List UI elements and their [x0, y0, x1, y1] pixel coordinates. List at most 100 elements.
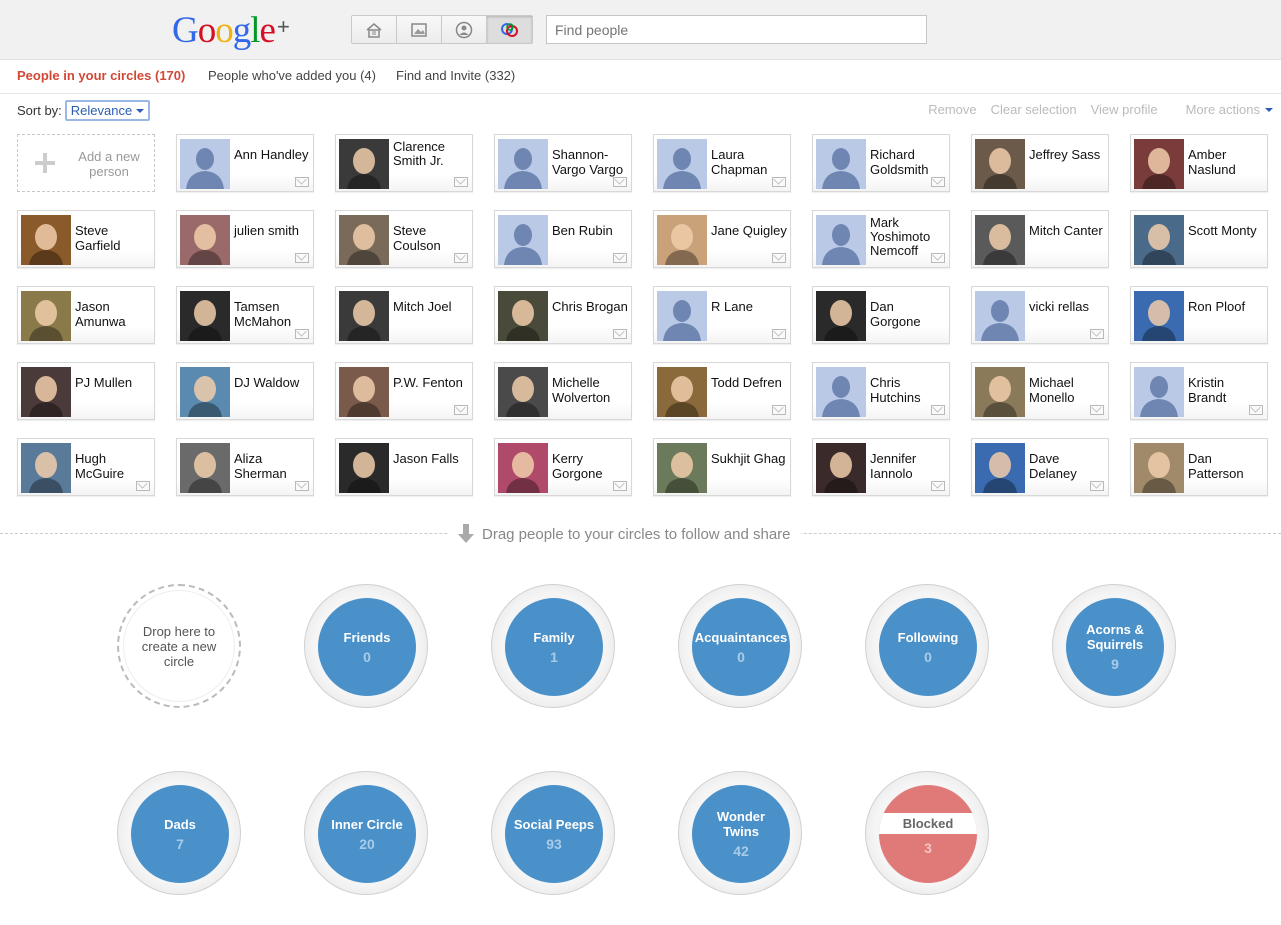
tab-people-in-circles[interactable]: People in your circles (170)	[17, 68, 185, 83]
circle-name: Friends	[343, 629, 391, 645]
person-name: Tamsen McMahon	[234, 299, 292, 329]
person-card[interactable]: Jane Quigley	[653, 210, 791, 268]
person-card[interactable]: Tamsen McMahon	[176, 286, 314, 344]
view-profile-button[interactable]: View profile	[1091, 102, 1158, 117]
clear-selection-button[interactable]: Clear selection	[991, 102, 1077, 117]
selection-actions: Remove Clear selection View profile More…	[914, 102, 1273, 117]
email-icon	[931, 177, 945, 187]
nav-circles-button[interactable]	[487, 16, 532, 43]
person-card[interactable]: P.W. Fenton	[335, 362, 473, 420]
person-card[interactable]: Ben Rubin	[494, 210, 632, 268]
person-name: Richard Goldsmith	[870, 147, 929, 177]
circle[interactable]: Inner Circle 20	[304, 771, 428, 895]
circle-name: Blocked	[879, 812, 977, 834]
person-card[interactable]: Mitch Canter	[971, 210, 1109, 268]
person-card[interactable]: Kristin Brandt	[1130, 362, 1268, 420]
person-name: Shannon-Vargo Vargo	[552, 147, 624, 177]
person-card[interactable]: Clarence Smith Jr.	[335, 134, 473, 192]
sort-select[interactable]: Relevance	[64, 100, 151, 121]
person-card[interactable]: Chris Brogan	[494, 286, 632, 344]
person-card[interactable]: Mark Yoshimoto Nemcoff	[812, 210, 950, 268]
person-card[interactable]: Dave Delaney	[971, 438, 1109, 496]
add-new-person-label: Add a new person	[78, 149, 140, 179]
person-card[interactable]: Dan Gorgone	[812, 286, 950, 344]
person-card[interactable]: julien smith	[176, 210, 314, 268]
person-card[interactable]: Chris Hutchins	[812, 362, 950, 420]
email-icon	[613, 253, 627, 263]
new-circle-drop-target[interactable]: Drop here to create a new circle	[117, 584, 241, 708]
circle-name: Wonder Twins	[716, 809, 766, 839]
find-people-input[interactable]	[546, 15, 927, 44]
email-icon	[454, 177, 468, 187]
default-avatar-icon	[975, 291, 1025, 341]
profile-photo	[21, 443, 71, 493]
add-new-person-card[interactable]: Add a new person	[17, 134, 155, 192]
more-actions-button[interactable]: More actions	[1172, 102, 1273, 117]
person-card[interactable]: PJ Mullen	[17, 362, 155, 420]
person-card[interactable]: Aliza Sherman	[176, 438, 314, 496]
circle[interactable]: Blocked 3	[865, 771, 989, 895]
avatar	[339, 215, 389, 265]
person-card[interactable]: Hugh McGuire	[17, 438, 155, 496]
arrow-down-icon	[458, 524, 474, 543]
circle[interactable]: Friends 0	[304, 584, 428, 708]
circle[interactable]: Acorns & Squirrels 9	[1052, 584, 1176, 708]
tab-find-and-invite[interactable]: Find and Invite (332)	[396, 68, 515, 83]
person-card[interactable]: R Lane	[653, 286, 791, 344]
person-card[interactable]: Ann Handley	[176, 134, 314, 192]
circle[interactable]: Dads 7	[117, 771, 241, 895]
person-name: Michelle Wolverton	[552, 375, 611, 405]
person-card[interactable]: Richard Goldsmith	[812, 134, 950, 192]
sort-value: Relevance	[70, 103, 133, 118]
avatar	[339, 367, 389, 417]
circle-inner: Following 0	[879, 598, 977, 696]
person-name: DJ Waldow	[234, 375, 300, 390]
tab-people-who-added-you[interactable]: People who've added you (4)	[208, 68, 376, 83]
person-card[interactable]: Shannon-Vargo Vargo	[494, 134, 632, 192]
person-card[interactable]: Dan Patterson	[1130, 438, 1268, 496]
nav-home-button[interactable]	[352, 16, 397, 43]
person-card[interactable]: Scott Monty	[1130, 210, 1268, 268]
nav-photos-button[interactable]	[397, 16, 442, 43]
circle[interactable]: Following 0	[865, 584, 989, 708]
person-card[interactable]: vicki rellas	[971, 286, 1109, 344]
email-icon	[772, 329, 786, 339]
person-card[interactable]: Michelle Wolverton	[494, 362, 632, 420]
person-card[interactable]: Mitch Joel	[335, 286, 473, 344]
person-card[interactable]: Kerry Gorgone	[494, 438, 632, 496]
person-card[interactable]: Steve Garfield	[17, 210, 155, 268]
circle-inner: Social Peeps 93	[505, 785, 603, 883]
profile-photo	[180, 215, 230, 265]
person-name: PJ Mullen	[75, 375, 133, 390]
profile-photo	[975, 367, 1025, 417]
person-name: Todd Defren	[711, 375, 782, 390]
person-name: Jason Amunwa	[75, 299, 126, 329]
circle-count: 42	[733, 843, 749, 859]
email-icon	[772, 177, 786, 187]
person-card[interactable]: Steve Coulson	[335, 210, 473, 268]
person-card[interactable]: Ron Ploof	[1130, 286, 1268, 344]
nav-profile-button[interactable]	[442, 16, 487, 43]
person-card[interactable]: Laura Chapman	[653, 134, 791, 192]
person-name: Kerry Gorgone	[552, 451, 603, 481]
person-card[interactable]: Jason Amunwa	[17, 286, 155, 344]
person-card[interactable]: Jeffrey Sass	[971, 134, 1109, 192]
circle[interactable]: Acquaintances 0	[678, 584, 802, 708]
default-avatar-icon	[657, 291, 707, 341]
google-plus-logo[interactable]: Google +	[172, 8, 290, 52]
profile-photo	[498, 291, 548, 341]
person-card[interactable]: Michael Monello	[971, 362, 1109, 420]
person-card[interactable]: Sukhjit Ghag	[653, 438, 791, 496]
person-card[interactable]: Amber Naslund	[1130, 134, 1268, 192]
person-card[interactable]: DJ Waldow	[176, 362, 314, 420]
remove-button[interactable]: Remove	[928, 102, 976, 117]
person-card[interactable]: Jennifer Iannolo	[812, 438, 950, 496]
circle[interactable]: Family 1	[491, 584, 615, 708]
email-icon	[613, 481, 627, 491]
profile-photo	[21, 215, 71, 265]
circle-count: 1	[550, 648, 558, 665]
circle[interactable]: Social Peeps 93	[491, 771, 615, 895]
person-card[interactable]: Jason Falls	[335, 438, 473, 496]
person-card[interactable]: Todd Defren	[653, 362, 791, 420]
circle[interactable]: Wonder Twins 42	[678, 771, 802, 895]
